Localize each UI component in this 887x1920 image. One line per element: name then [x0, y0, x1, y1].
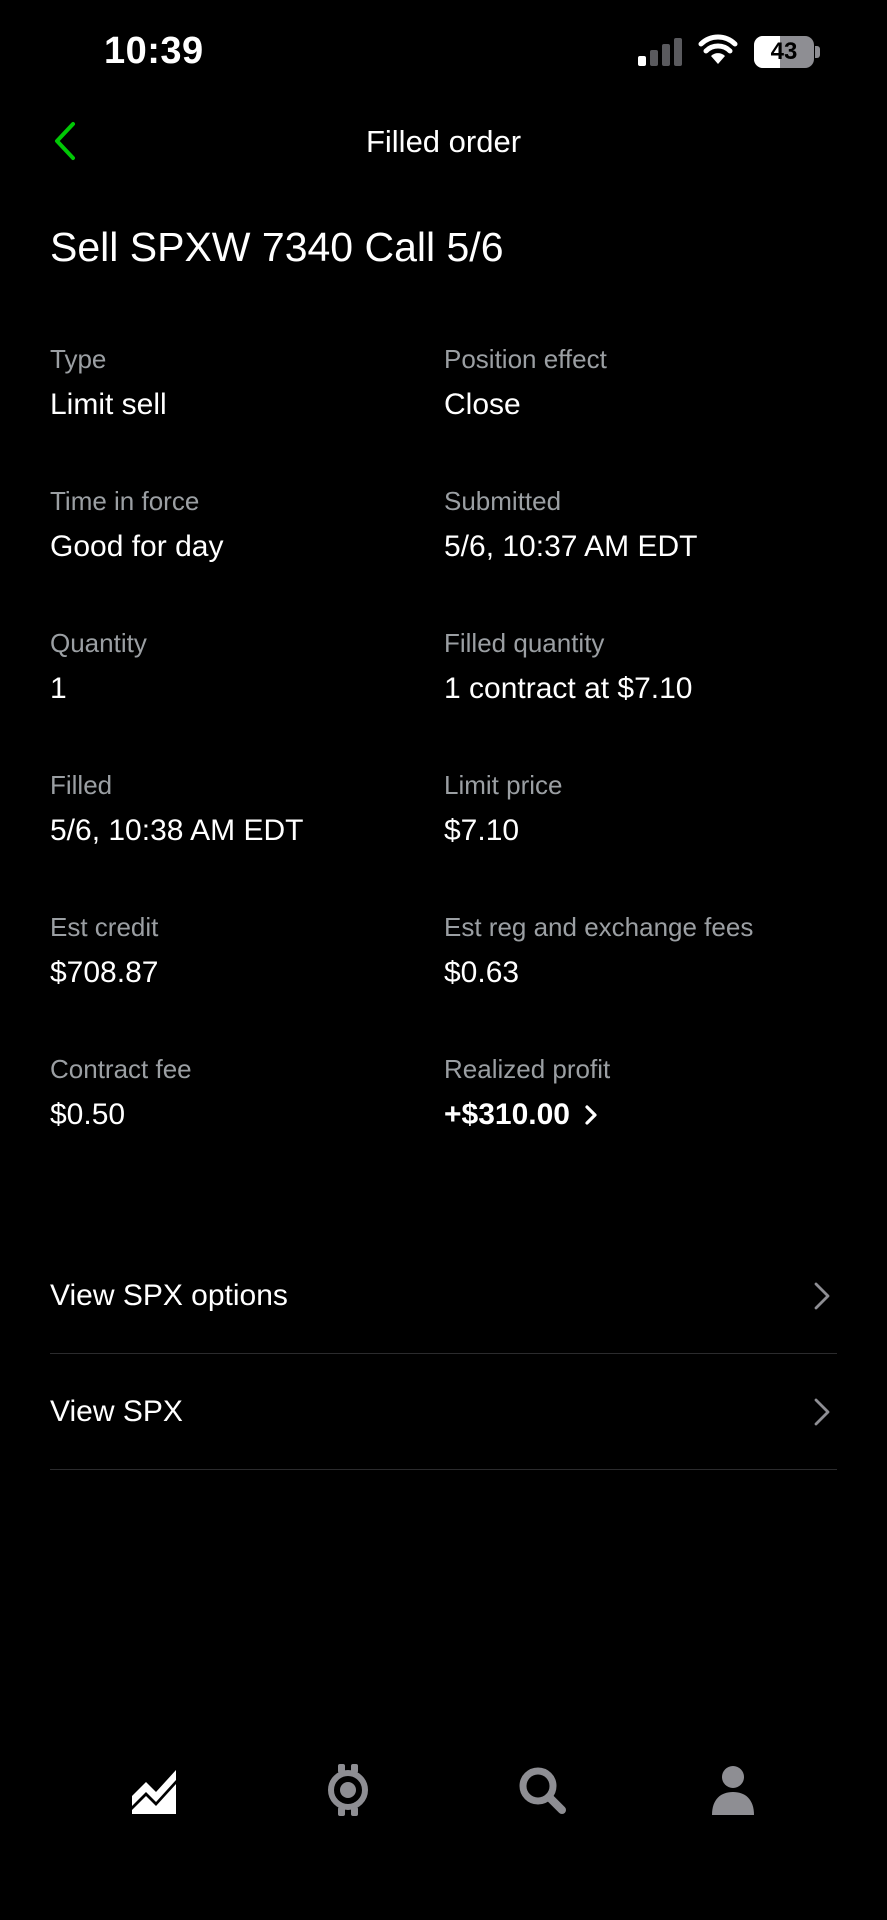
detail-value: Limit sell [50, 388, 167, 421]
detail-value: $0.63 [444, 956, 520, 989]
realized-profit-link[interactable]: +$310.00 [444, 1096, 840, 1134]
detail-label: Limit price [444, 770, 563, 800]
tab-browse[interactable] [318, 1760, 378, 1820]
detail-label: Filled [50, 770, 113, 800]
detail-label: Submitted [444, 486, 562, 516]
chevron-right-icon [585, 1105, 597, 1125]
tab-account[interactable] [703, 1760, 763, 1820]
view-spx-row[interactable]: View SPX [50, 1354, 837, 1470]
status-bar: 10:39 43 [0, 0, 887, 100]
tab-bar [0, 1760, 887, 1850]
chevron-right-icon [814, 1398, 830, 1425]
detail-label: Position effect [444, 344, 607, 374]
detail-submitted: Submitted 5/6, 10:37 AM EDT [444, 484, 840, 626]
tab-investing[interactable] [125, 1760, 185, 1820]
detail-contract-fee: Contract fee $0.50 [50, 1052, 444, 1194]
detail-label: Quantity [50, 628, 147, 658]
detail-value: 5/6, 10:38 AM EDT [50, 814, 304, 847]
detail-value: 5/6, 10:37 AM EDT [444, 530, 698, 563]
link-label: View SPX [50, 1394, 183, 1428]
detail-label: Est reg and exchange fees [444, 912, 754, 942]
investing-chart-icon [132, 1770, 176, 1814]
realized-profit-value: +$310.00 [444, 1098, 570, 1131]
detail-label: Filled quantity [444, 628, 605, 658]
detail-label: Time in force [50, 486, 200, 516]
wifi-icon [698, 34, 738, 64]
chevron-right-icon [814, 1282, 830, 1309]
detail-value: $0.50 [50, 1098, 126, 1131]
detail-value: Good for day [50, 530, 224, 563]
page-title: Filled order [365, 124, 522, 159]
detail-type: Type Limit sell [50, 342, 444, 484]
detail-position-effect: Position effect Close [444, 342, 840, 484]
tab-search[interactable] [512, 1760, 572, 1820]
detail-value: $708.87 [50, 956, 159, 989]
battery-indicator: 43 [754, 36, 820, 68]
browse-compass-icon [328, 1764, 368, 1816]
detail-value: 1 contract at $7.10 [444, 672, 693, 705]
detail-label: Contract fee [50, 1054, 192, 1084]
detail-realized-profit[interactable]: Realized profit +$310.00 [444, 1052, 840, 1194]
filled-order-screen: 10:39 43 Filled order Sell SPXW 7340 Cal… [0, 0, 887, 1920]
view-spx-options-row[interactable]: View SPX options [50, 1238, 837, 1354]
status-time: 10:39 [104, 30, 204, 72]
detail-value: $7.10 [444, 814, 520, 847]
related-links: View SPX options View SPX [50, 1238, 837, 1470]
cellular-signal-icon [638, 38, 682, 66]
detail-limit-price: Limit price $7.10 [444, 768, 840, 910]
detail-filled: Filled 5/6, 10:38 AM EDT [50, 768, 444, 910]
detail-value: 1 [50, 672, 67, 705]
detail-time-in-force: Time in force Good for day [50, 484, 444, 626]
detail-value: Close [444, 388, 521, 421]
account-person-icon [712, 1766, 754, 1815]
detail-filled-quantity: Filled quantity 1 contract at $7.10 [444, 626, 840, 768]
battery-level: 43 [770, 38, 798, 65]
detail-est-fees: Est reg and exchange fees $0.63 [444, 910, 840, 1052]
order-title: Sell SPXW 7340 Call 5/6 [50, 224, 504, 270]
detail-quantity: Quantity 1 [50, 626, 444, 768]
search-icon [519, 1767, 566, 1814]
detail-label: Type [50, 344, 107, 374]
detail-label: Est credit [50, 912, 159, 942]
order-details: Type Limit sell Position effect Close Ti… [50, 342, 840, 1194]
detail-est-credit: Est credit $708.87 [50, 910, 444, 1052]
detail-label: Realized profit [444, 1054, 611, 1084]
link-label: View SPX options [50, 1278, 288, 1312]
